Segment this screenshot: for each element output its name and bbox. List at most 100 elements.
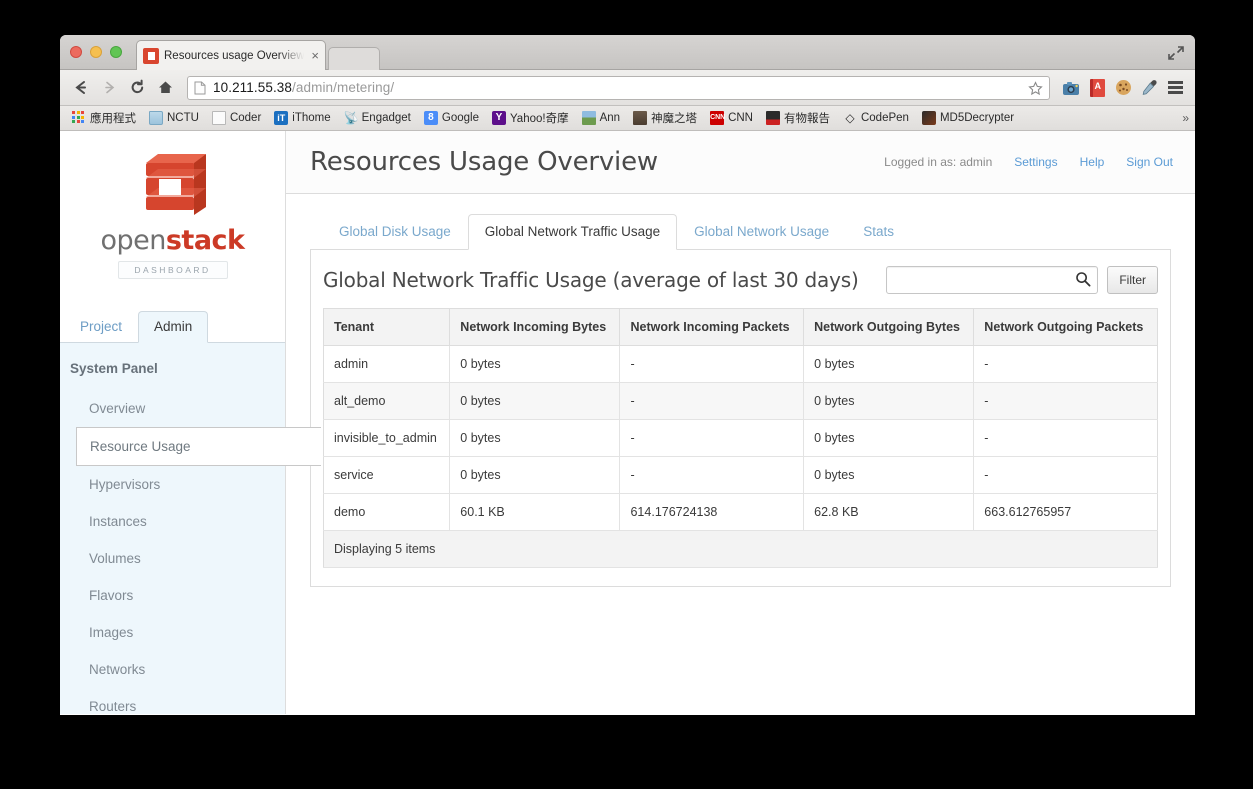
bookmark-label: Ann bbox=[599, 112, 621, 124]
openstack-logo-icon bbox=[134, 149, 212, 221]
cell-tenant: service bbox=[323, 456, 451, 494]
bookmark-label: 神魔之塔 bbox=[651, 113, 698, 125]
close-window-button[interactable] bbox=[70, 46, 82, 58]
sidebar-item-images[interactable]: Images bbox=[60, 614, 285, 651]
tab-global-network-traffic-usage[interactable]: Global Network Traffic Usage bbox=[467, 214, 678, 250]
bookmark-google[interactable]: 8 Google bbox=[418, 109, 485, 127]
address-bar[interactable]: 10.211.55.38/admin/metering/ bbox=[187, 75, 1050, 100]
sidebar-item-routers[interactable]: Routers bbox=[60, 688, 285, 714]
column-network-outgoing-bytes[interactable]: Network Outgoing Bytes bbox=[803, 308, 975, 346]
sidebar-scope-tabs: Project Admin bbox=[60, 311, 285, 343]
apps-grid-icon bbox=[72, 111, 86, 125]
sidebar-item-instances[interactable]: Instances bbox=[60, 503, 285, 540]
eyedropper-extension-icon[interactable] bbox=[1137, 76, 1161, 100]
bookmark-ithome[interactable]: iT iThome bbox=[268, 109, 336, 127]
cell-outgoing-packets: - bbox=[973, 456, 1158, 494]
cell-incoming-bytes: 0 bytes bbox=[449, 456, 621, 494]
table-row[interactable]: invisible_to_admin 0 bytes - 0 bytes - bbox=[323, 419, 1158, 457]
sidebar-item-networks[interactable]: Networks bbox=[60, 651, 285, 688]
back-button[interactable] bbox=[68, 75, 94, 101]
search-icon[interactable] bbox=[1075, 271, 1091, 287]
bookmark-label: NCTU bbox=[167, 112, 199, 124]
column-network-outgoing-packets[interactable]: Network Outgoing Packets bbox=[973, 308, 1158, 346]
usage-panel: Global Network Traffic Usage (average of… bbox=[310, 250, 1171, 587]
sidebar-tab-admin[interactable]: Admin bbox=[138, 311, 209, 343]
browser-tab[interactable]: Resources usage Overview × bbox=[136, 40, 326, 70]
cell-outgoing-packets: - bbox=[973, 345, 1158, 383]
column-network-incoming-bytes[interactable]: Network Incoming Bytes bbox=[449, 308, 621, 346]
filter-button[interactable]: Filter bbox=[1107, 266, 1158, 294]
maximize-window-button[interactable] bbox=[110, 46, 122, 58]
bookmark-label: CNN bbox=[728, 112, 753, 124]
table-footer-row: Displaying 5 items bbox=[323, 530, 1158, 568]
sidebar-tab-project[interactable]: Project bbox=[64, 311, 138, 343]
cell-incoming-packets: - bbox=[619, 419, 805, 457]
column-tenant[interactable]: Tenant bbox=[323, 308, 451, 346]
address-bar-url: 10.211.55.38/admin/metering/ bbox=[213, 80, 394, 95]
column-network-incoming-packets[interactable]: Network Incoming Packets bbox=[619, 308, 805, 346]
tab-stats[interactable]: Stats bbox=[846, 214, 911, 250]
tab-global-network-usage[interactable]: Global Network Usage bbox=[677, 214, 846, 250]
sidebar-item-hypervisors[interactable]: Hypervisors bbox=[60, 466, 285, 503]
sidebar-item-flavors[interactable]: Flavors bbox=[60, 577, 285, 614]
fullscreen-icon[interactable] bbox=[1165, 43, 1187, 63]
help-link[interactable]: Help bbox=[1080, 155, 1105, 169]
new-tab-button[interactable] bbox=[328, 47, 380, 70]
bookmark-ann[interactable]: Ann bbox=[576, 109, 626, 127]
bookmark-apps[interactable]: 應用程式 bbox=[66, 108, 142, 128]
bookmark-cnn[interactable]: CNN CNN bbox=[704, 109, 759, 127]
settings-link[interactable]: Settings bbox=[1014, 155, 1057, 169]
sidebar-item-resource-usage[interactable]: Resource Usage bbox=[76, 427, 321, 466]
cell-incoming-packets: 614.176724138 bbox=[619, 493, 805, 531]
cell-outgoing-bytes: 62.8 KB bbox=[803, 493, 975, 531]
report-icon bbox=[765, 111, 780, 125]
bookmark-star-icon[interactable] bbox=[1028, 80, 1043, 96]
search-input[interactable] bbox=[886, 266, 1099, 294]
table-header-row: Tenant Network Incoming Bytes Network In… bbox=[323, 308, 1158, 346]
browser-window: Resources usage Overview × 10.211.55.38/… bbox=[60, 35, 1195, 715]
bookmark-md5decrypter[interactable]: MD5Decrypter bbox=[916, 109, 1020, 127]
brand-logo: openstack DASHBOARD bbox=[60, 131, 285, 289]
sidebar-item-overview[interactable]: Overview bbox=[60, 390, 285, 427]
bookmark-report[interactable]: 有物報告 bbox=[760, 108, 836, 128]
table-row[interactable]: admin 0 bytes - 0 bytes - bbox=[323, 345, 1158, 383]
cell-incoming-bytes: 0 bytes bbox=[449, 382, 621, 420]
bookmark-nctu[interactable]: NCTU bbox=[143, 109, 205, 127]
chrome-menu-icon[interactable] bbox=[1163, 76, 1187, 100]
document-icon bbox=[211, 111, 226, 125]
table-row[interactable]: service 0 bytes - 0 bytes - bbox=[323, 456, 1158, 494]
minimize-window-button[interactable] bbox=[90, 46, 102, 58]
tab-global-disk-usage[interactable]: Global Disk Usage bbox=[322, 214, 468, 250]
search-wrapper bbox=[886, 266, 1099, 294]
table-row[interactable]: alt_demo 0 bytes - 0 bytes - bbox=[323, 382, 1158, 420]
cookie-extension-icon[interactable] bbox=[1111, 76, 1135, 100]
sign-out-link[interactable]: Sign Out bbox=[1126, 155, 1173, 169]
bookmark-label: Engadget bbox=[361, 112, 411, 124]
bookmark-coder[interactable]: Coder bbox=[206, 109, 267, 127]
logo-word-open: open bbox=[100, 225, 166, 256]
sidebar-item-volumes[interactable]: Volumes bbox=[60, 540, 285, 577]
camera-extension-icon[interactable] bbox=[1059, 76, 1083, 100]
bookmark-codepen[interactable]: ◇ CodePen bbox=[837, 109, 915, 127]
bookmark-label: Coder bbox=[229, 112, 262, 124]
bookmark-yahoo[interactable]: Y Yahoo!奇摩 bbox=[486, 108, 575, 128]
page-body: openstack DASHBOARD Project Admin System… bbox=[60, 131, 1195, 714]
close-tab-icon[interactable]: × bbox=[307, 49, 319, 62]
cell-outgoing-packets: - bbox=[973, 382, 1158, 420]
reload-button[interactable] bbox=[124, 75, 150, 101]
cell-tenant: admin bbox=[323, 345, 451, 383]
table-foot: Displaying 5 items bbox=[323, 530, 1158, 568]
table-body: admin 0 bytes - 0 bytes - alt_demo 0 byt… bbox=[323, 345, 1158, 531]
main-content: Resources Usage Overview Logged in as: a… bbox=[285, 131, 1195, 714]
bookmark-engadget[interactable]: 📡 Engadget bbox=[338, 109, 417, 127]
home-button[interactable] bbox=[152, 75, 178, 101]
cell-tenant: alt_demo bbox=[323, 382, 451, 420]
table-row[interactable]: demo 60.1 KB 614.176724138 62.8 KB 663.6… bbox=[323, 493, 1158, 531]
forward-button[interactable] bbox=[96, 75, 122, 101]
page-document-icon bbox=[194, 81, 206, 95]
bookmark-tower[interactable]: 神魔之塔 bbox=[627, 108, 703, 128]
dictionary-extension-icon[interactable] bbox=[1085, 76, 1109, 100]
bookmark-label: iThome bbox=[292, 112, 331, 124]
logged-in-label: Logged in as: admin bbox=[884, 155, 993, 169]
bookmarks-overflow-icon[interactable]: » bbox=[1182, 111, 1189, 125]
